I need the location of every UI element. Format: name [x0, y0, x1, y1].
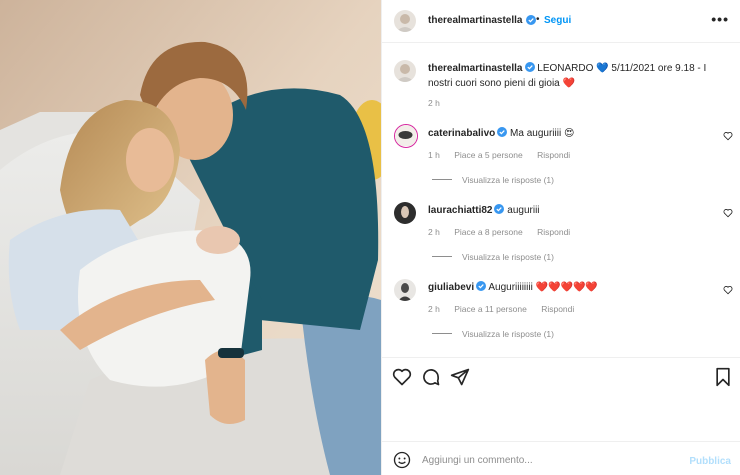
more-options-icon[interactable]: ••• [711, 11, 729, 27]
verified-badge-icon [524, 62, 535, 72]
comment-item: giuliabevi Auguriiiiiiii ❤️❤️❤️❤️❤️ [428, 281, 598, 293]
comment-username[interactable]: caterinabalivo [428, 128, 495, 139]
emoji-icon[interactable] [393, 451, 411, 469]
post-caption: therealmartinastella LEONARDO 💙 5/11/202… [428, 61, 718, 91]
comment-meta: 2 h Piace a 8 persone Rispondi [428, 227, 582, 237]
comment-likes[interactable]: Piace a 5 persone [454, 150, 523, 160]
comment-likes[interactable]: Piace a 11 persone [454, 304, 527, 314]
post-actions-bar [382, 357, 740, 441]
author-avatar[interactable] [394, 10, 416, 32]
post-header: therealmartinastella • Segui ••• [382, 0, 740, 43]
caption-avatar[interactable] [394, 60, 416, 82]
verified-badge-icon [494, 204, 505, 214]
like-comment-heart-icon[interactable] [723, 131, 733, 141]
comment-username[interactable]: giuliabevi [428, 282, 474, 293]
replies-divider-line [432, 333, 452, 334]
comment-username[interactable]: laurachiatti82 [428, 205, 492, 216]
replies-divider-line [432, 256, 452, 257]
comment-text: Ma auguriiii 😍 [510, 128, 575, 139]
comment-time: 1 h [428, 150, 440, 160]
comment-icon[interactable] [421, 367, 441, 387]
instagram-post-window: therealmartinastella • Segui ••• thereal… [0, 0, 740, 475]
comment-text: auguriii [507, 205, 540, 216]
reply-button[interactable]: Rispondi [537, 227, 570, 237]
bookmark-icon[interactable] [713, 367, 733, 387]
view-replies-label: Visualizza le risposte (1) [462, 329, 554, 339]
comment-item: caterinabalivo Ma auguriiii 😍 [428, 127, 574, 139]
author-username[interactable]: therealmartinastella [428, 15, 523, 26]
share-icon[interactable] [450, 367, 470, 387]
caption-time: 2 h [428, 98, 440, 108]
post-sidebar: therealmartinastella • Segui ••• thereal… [381, 0, 740, 475]
comment-text: Auguriiiiiiii ❤️❤️❤️❤️❤️ [488, 282, 598, 293]
like-comment-heart-icon[interactable] [723, 208, 733, 218]
view-replies-button[interactable]: Visualizza le risposte (1) [432, 329, 554, 339]
photo-illustration [0, 0, 381, 475]
replies-divider-line [432, 179, 452, 180]
view-replies-label: Visualizza le risposte (1) [462, 175, 554, 185]
comments-list[interactable]: therealmartinastella LEONARDO 💙 5/11/202… [382, 44, 740, 357]
like-comment-heart-icon[interactable] [723, 285, 733, 295]
comment-likes[interactable]: Piace a 8 persone [454, 227, 523, 237]
comment-time: 2 h [428, 304, 440, 314]
comment-meta: 1 h Piace a 5 persone Rispondi [428, 150, 582, 160]
comment-meta: 2 h Piace a 11 persone Rispondi [428, 304, 586, 314]
reply-button[interactable]: Rispondi [541, 304, 574, 314]
verified-badge-icon [497, 127, 508, 137]
view-replies-button[interactable]: Visualizza le risposte (1) [432, 252, 554, 262]
publish-button[interactable]: Pubblica [689, 456, 731, 467]
add-comment-bar: Pubblica [382, 441, 740, 475]
heart-icon[interactable] [392, 367, 412, 387]
verified-badge-icon [526, 15, 536, 25]
reply-button[interactable]: Rispondi [537, 150, 570, 160]
comment-avatar[interactable] [394, 124, 418, 148]
caption-username[interactable]: therealmartinastella [428, 63, 523, 74]
comment-avatar[interactable] [394, 279, 416, 301]
verified-badge-icon [476, 281, 487, 291]
separator-dot: • [536, 14, 540, 25]
follow-button[interactable]: Segui [544, 15, 571, 26]
comment-time: 2 h [428, 227, 440, 237]
post-photo[interactable] [0, 0, 381, 475]
comment-input[interactable] [422, 451, 672, 469]
comment-item: laurachiatti82 auguriii [428, 204, 540, 216]
view-replies-label: Visualizza le risposte (1) [462, 252, 554, 262]
comment-avatar[interactable] [394, 202, 416, 224]
view-replies-button[interactable]: Visualizza le risposte (1) [432, 175, 554, 185]
